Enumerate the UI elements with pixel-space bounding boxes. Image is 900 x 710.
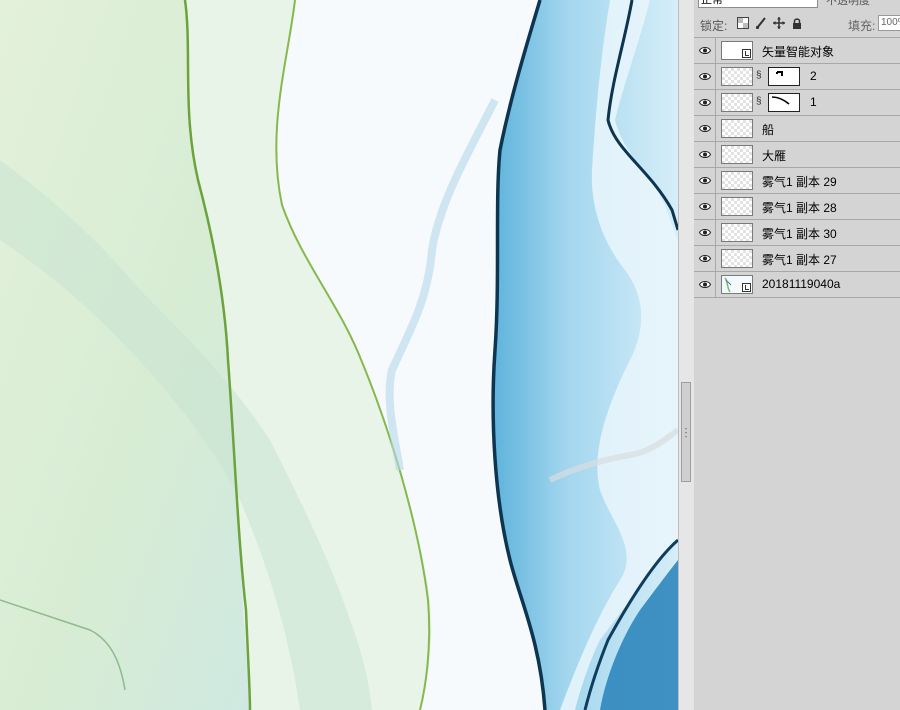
canvas-vertical-scrollbar[interactable]: ---	[678, 0, 694, 710]
layer-name: 大雁	[762, 149, 787, 163]
smart-object-badge-icon	[742, 49, 751, 58]
layer-thumbnail	[721, 171, 753, 190]
layer-name: 雾气1 副本 29	[762, 175, 837, 189]
layer-mask-thumbnail[interactable]	[768, 93, 800, 112]
layer-row[interactable]: § 2	[694, 64, 900, 90]
scrollbar-thumb[interactable]: ---	[681, 382, 691, 482]
layer-name: 船	[762, 123, 775, 137]
layer-row[interactable]: 雾气1 副本 28	[694, 194, 900, 220]
layers-panel: 正常 不透明度 锁定: 填充: 100% 矢量智能对象§2§1船大雁雾气1 副本…	[694, 0, 900, 710]
visibility-eye-icon[interactable]	[694, 246, 716, 271]
canvas-artwork	[0, 0, 678, 710]
layer-name: 雾气1 副本 30	[762, 227, 837, 241]
layer-thumbnail	[721, 223, 753, 242]
opacity-label: 不透明度	[826, 0, 870, 7]
layer-name: 雾气1 副本 28	[762, 201, 837, 215]
fill-input[interactable]: 100%	[878, 15, 900, 31]
layer-thumbnail	[721, 67, 753, 86]
layer-row[interactable]: 矢量智能对象	[694, 38, 900, 64]
layer-name: 矢量智能对象	[762, 45, 835, 59]
layer-mask-thumbnail[interactable]	[768, 67, 800, 86]
layer-thumbnail	[721, 249, 753, 268]
layer-thumbnail	[721, 93, 753, 112]
visibility-eye-icon[interactable]	[694, 272, 716, 297]
blend-row: 正常 不透明度	[694, 0, 900, 10]
grip-icon: ---	[684, 424, 688, 441]
layer-name: 20181119040a	[762, 277, 841, 291]
layer-row[interactable]: 雾气1 副本 29	[694, 168, 900, 194]
layer-row[interactable]: 雾气1 副本 27	[694, 246, 900, 272]
lock-move-icon[interactable]	[772, 17, 785, 30]
layer-row[interactable]: 船	[694, 116, 900, 142]
visibility-eye-icon[interactable]	[694, 38, 716, 63]
lock-all-icon[interactable]	[790, 17, 803, 30]
mask-link-chain-icon[interactable]: §	[756, 70, 762, 81]
visibility-eye-icon[interactable]	[694, 64, 716, 89]
layer-row[interactable]: § 1	[694, 90, 900, 116]
fill-label: 填充:	[848, 19, 876, 33]
layer-row[interactable]: 大雁	[694, 142, 900, 168]
mask-link-chain-icon[interactable]: §	[756, 96, 762, 107]
layer-name: 2	[810, 69, 817, 83]
lock-row: 锁定: 填充: 100%	[694, 12, 900, 36]
layer-thumbnail	[721, 41, 753, 60]
layer-list: 矢量智能对象 § 2 § 1 船大雁 雾气1 副本 29 雾气1 副本 28 雾气1 副本 30…	[694, 37, 900, 298]
layer-name: 雾气1 副本 27	[762, 253, 837, 267]
document-canvas[interactable]	[0, 0, 678, 710]
layer-thumbnail	[721, 145, 753, 164]
lock-paint-icon[interactable]	[754, 17, 767, 30]
layer-thumbnail	[721, 197, 753, 216]
visibility-eye-icon[interactable]	[694, 194, 716, 219]
blend-mode-select[interactable]: 正常	[698, 0, 818, 8]
visibility-eye-icon[interactable]	[694, 142, 716, 167]
layer-name: 1	[810, 95, 817, 109]
layer-thumbnail	[721, 119, 753, 138]
smart-object-badge-icon	[742, 283, 751, 292]
visibility-eye-icon[interactable]	[694, 90, 716, 115]
layer-row[interactable]: 20181119040a	[694, 272, 900, 298]
visibility-eye-icon[interactable]	[694, 220, 716, 245]
layer-row[interactable]: 雾气1 副本 30	[694, 220, 900, 246]
visibility-eye-icon[interactable]	[694, 168, 716, 193]
lock-label: 锁定:	[700, 19, 728, 33]
lock-transparent-icon[interactable]	[736, 17, 749, 30]
layer-thumbnail	[721, 275, 753, 294]
visibility-eye-icon[interactable]	[694, 116, 716, 141]
